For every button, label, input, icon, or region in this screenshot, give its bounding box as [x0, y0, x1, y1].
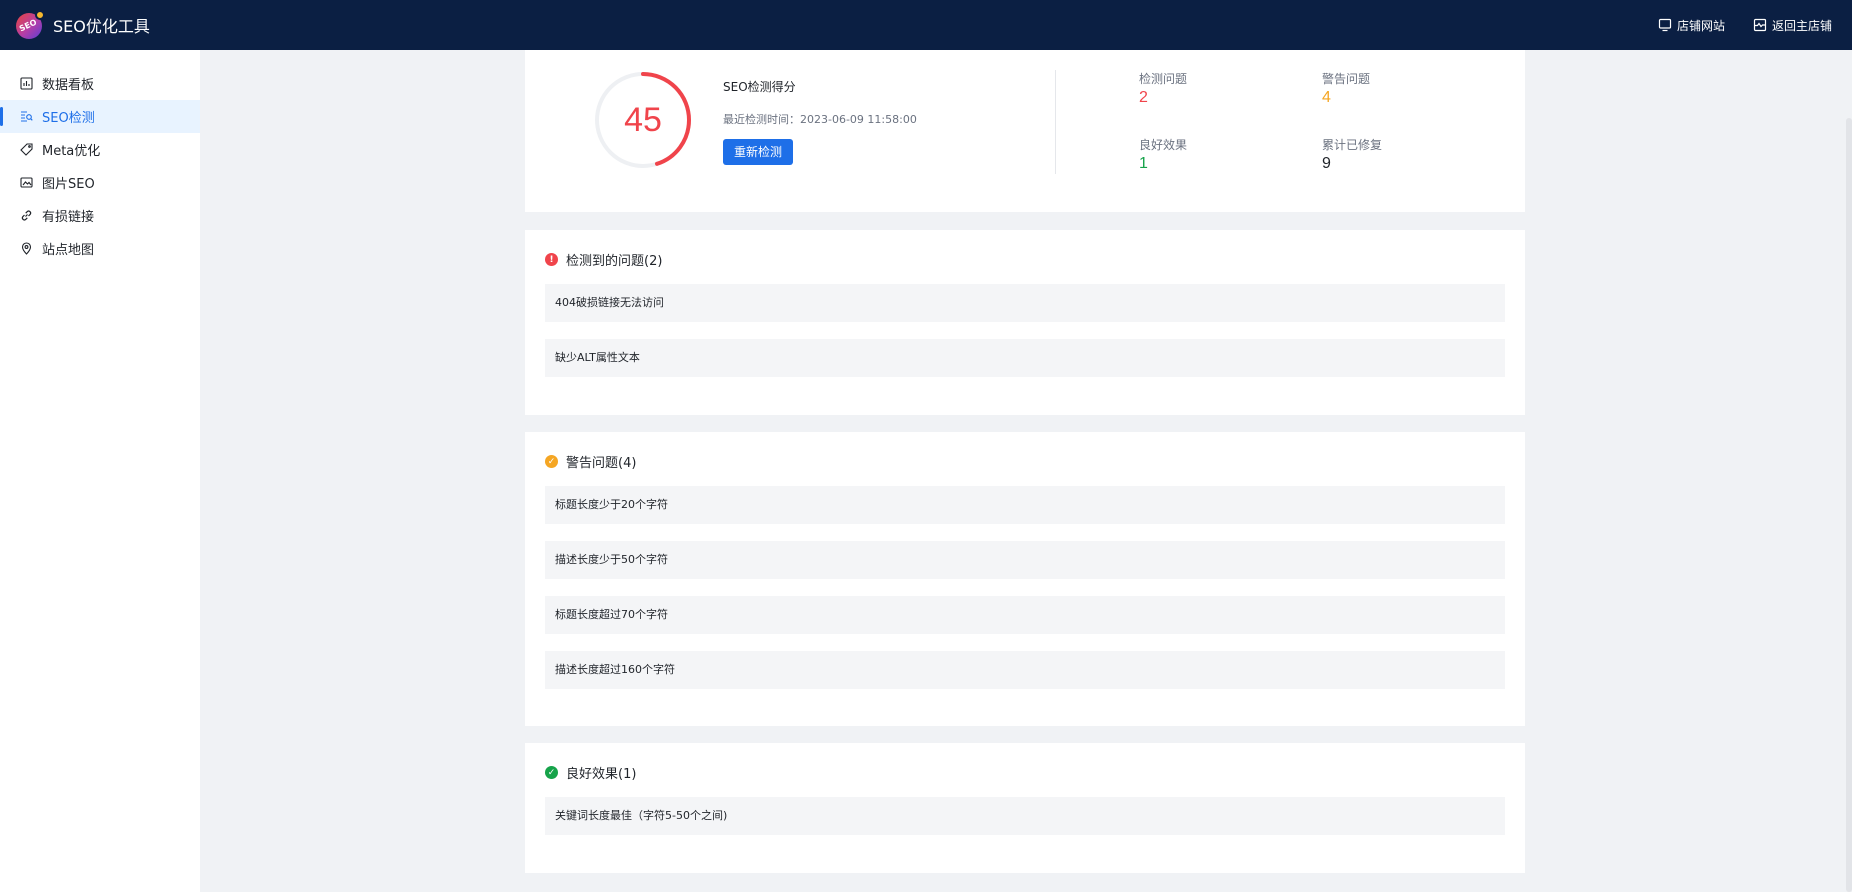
dashboard-icon [20, 77, 33, 90]
image-icon [20, 177, 33, 188]
success-check-icon: ✓ [545, 766, 558, 779]
warnings-card: ✓ 警告问题(4) 标题长度少于20个字符 描述长度少于50个字符 标题长度超过… [525, 432, 1525, 726]
sidebar-item-seo-check[interactable]: SEO检测 [0, 100, 200, 133]
sidebar-item-label: 站点地图 [42, 243, 95, 258]
warning-item[interactable]: 标题长度超过70个字符 [545, 596, 1505, 634]
stat-fixed: 累计已修复 9 [1322, 136, 1382, 173]
store-icon [1753, 18, 1767, 32]
tag-icon [20, 143, 33, 156]
stat-label: 警告问题 [1322, 72, 1371, 86]
warning-item[interactable]: 描述长度超过160个字符 [545, 651, 1505, 689]
location-icon [21, 242, 32, 255]
warnings-title: ✓ 警告问题(4) [545, 452, 636, 471]
stat-label: 良好效果 [1139, 138, 1188, 152]
back-to-main-store-label: 返回主店铺 [1771, 18, 1832, 33]
recheck-button[interactable]: 重新检测 [723, 139, 794, 165]
error-icon: ! [545, 253, 558, 266]
stat-value: 4 [1322, 89, 1331, 106]
warning-item[interactable]: 标题长度少于20个字符 [545, 486, 1505, 524]
app-title: SEO优化工具 [53, 17, 150, 36]
sidebar-item-label: Meta优化 [42, 144, 101, 159]
sidebar-item-sitemap[interactable]: 站点地图 [0, 232, 200, 265]
score-card: 45 SEO检测得分 最近检测时间：2023-06-09 11:58:00 重新… [525, 50, 1525, 212]
stat-warnings: 警告问题 4 [1322, 70, 1370, 107]
stat-value: 2 [1139, 89, 1148, 106]
sidebar-item-meta[interactable]: Meta优化 [0, 133, 200, 166]
monitor-icon [1658, 18, 1672, 32]
issues-card: ! 检测到的问题(2) 404破损链接无法访问 缺少ALT属性文本 [525, 230, 1525, 415]
score-title: SEO检测得分 [723, 80, 796, 94]
back-to-main-store-link[interactable]: 返回主店铺 [1753, 17, 1832, 34]
sidebar-item-image-seo[interactable]: 图片SEO [0, 166, 200, 199]
sidebar-item-broken-links[interactable]: 有损链接 [0, 199, 200, 232]
issue-item[interactable]: 404破损链接无法访问 [545, 284, 1505, 322]
section-title-text: 检测到的问题(2) [566, 254, 663, 269]
store-website-link[interactable]: 店铺网站 [1658, 17, 1725, 34]
top-bar: SEO SEO优化工具 店铺网站 返回主店铺 [0, 0, 1852, 50]
sidebar-item-label: SEO检测 [42, 111, 95, 126]
good-card: ✓ 良好效果(1) 关键词长度最佳（字符5-50个之间) [525, 743, 1525, 873]
link-icon [21, 210, 32, 221]
warning-item[interactable]: 描述长度少于50个字符 [545, 541, 1505, 579]
seo-logo-icon[interactable]: SEO [15, 10, 45, 40]
good-title: ✓ 良好效果(1) [545, 763, 636, 782]
sidebar-item-dashboard[interactable]: 数据看板 [0, 67, 200, 100]
stat-value: 9 [1322, 155, 1331, 172]
last-check-time: 最近检测时间：2023-06-09 11:58:00 [723, 113, 917, 126]
stat-value: 1 [1139, 155, 1148, 172]
stat-label: 累计已修复 [1322, 138, 1383, 152]
section-title-text: 警告问题(4) [566, 456, 637, 471]
divider [1055, 70, 1056, 174]
stat-good: 良好效果 1 [1139, 136, 1187, 173]
score-gauge: 45 [593, 70, 693, 170]
score-value: 45 [624, 101, 662, 139]
sidebar-item-label: 有损链接 [42, 210, 95, 225]
sidebar-item-label: 数据看板 [42, 78, 95, 93]
sidebar: 数据看板 SEO检测 Meta优化 图片SEO 有损链接 站点地图 [0, 50, 200, 892]
stat-issues: 检测问题 2 [1139, 70, 1187, 107]
issue-item[interactable]: 缺少ALT属性文本 [545, 339, 1505, 377]
scan-icon [21, 111, 33, 122]
section-title-text: 良好效果(1) [566, 767, 637, 782]
main-scrollbar[interactable] [1846, 118, 1852, 892]
stat-label: 检测问题 [1139, 72, 1188, 86]
main-content: 45 SEO检测得分 最近检测时间：2023-06-09 11:58:00 重新… [200, 50, 1852, 892]
good-item[interactable]: 关键词长度最佳（字符5-50个之间) [545, 797, 1505, 835]
warning-check-icon: ✓ [545, 455, 558, 468]
sidebar-item-label: 图片SEO [42, 177, 95, 192]
store-website-label: 店铺网站 [1676, 18, 1725, 33]
issues-title: ! 检测到的问题(2) [545, 250, 662, 269]
